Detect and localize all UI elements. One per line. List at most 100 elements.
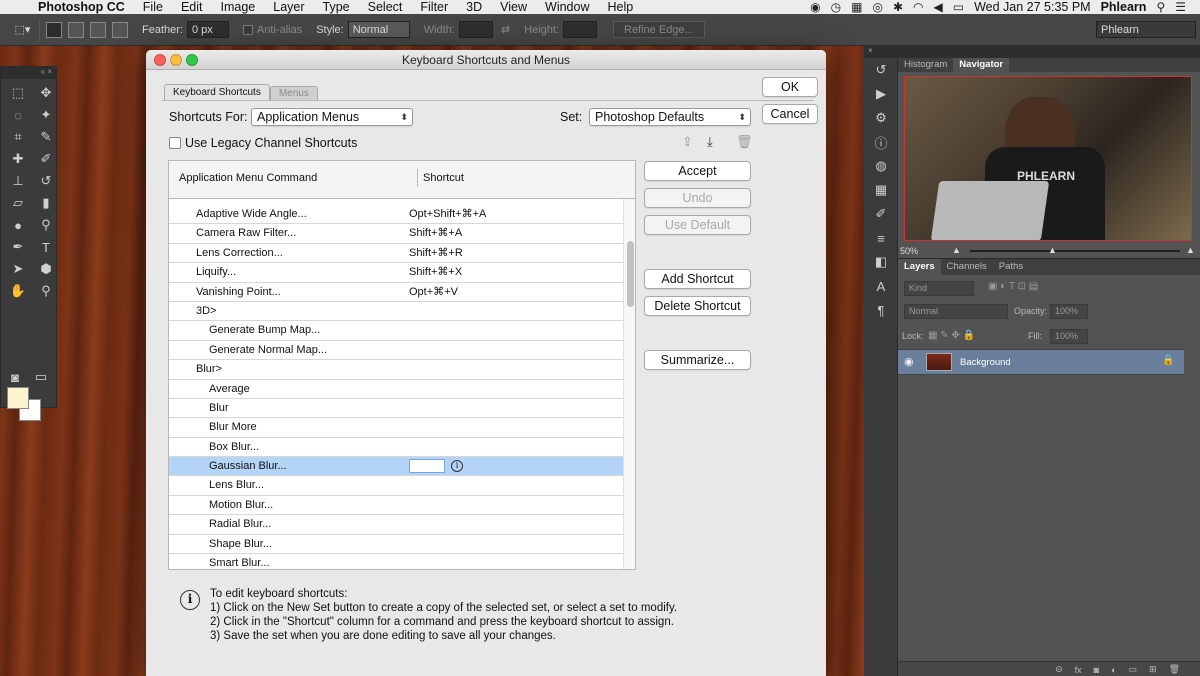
- marquee-tool-preset-icon[interactable]: ⬚▾: [6, 18, 40, 41]
- menu-edit[interactable]: Edit: [172, 0, 212, 14]
- volume-icon[interactable]: ◀: [933, 0, 942, 14]
- lasso-tool-icon[interactable]: ◌: [5, 105, 31, 125]
- table-row[interactable]: Box Blur...: [169, 438, 623, 458]
- shape-tool-icon[interactable]: ⬢: [33, 259, 59, 279]
- menu-filter[interactable]: Filter: [411, 0, 457, 14]
- healing-brush-tool-icon[interactable]: ✚: [5, 149, 31, 169]
- table-row[interactable]: Lens Blur...: [169, 476, 623, 496]
- new-layer-icon[interactable]: ⊞: [1149, 664, 1157, 675]
- add-shortcut-button[interactable]: Add Shortcut: [644, 269, 751, 289]
- delete-set-icon[interactable]: 🗑: [736, 134, 753, 150]
- ok-button[interactable]: OK: [762, 77, 818, 97]
- delete-layer-icon[interactable]: 🗑: [1169, 664, 1180, 675]
- table-row[interactable]: Radial Blur...: [169, 515, 623, 535]
- row-shortcut[interactable]: Opt+Shift+⌘+A: [409, 205, 486, 224]
- table-row[interactable]: Gaussian Blur... i: [169, 457, 623, 477]
- record-icon[interactable]: ◉: [810, 0, 820, 14]
- table-row[interactable]: Average: [169, 380, 623, 399]
- navigator-zoom-value[interactable]: 50%: [900, 246, 918, 256]
- close-window-icon[interactable]: [154, 54, 166, 66]
- spotlight-search-icon[interactable]: ⚲: [1156, 0, 1165, 14]
- eraser-tool-icon[interactable]: ▱: [5, 193, 31, 213]
- swap-dimensions-icon[interactable]: ⇄: [501, 23, 510, 36]
- table-row[interactable]: Camera Raw Filter... Shift+⌘+A: [169, 224, 623, 244]
- brush-panel-icon[interactable]: ✐: [864, 202, 898, 226]
- menu-view[interactable]: View: [491, 0, 536, 14]
- pen-tool-icon[interactable]: ✒: [5, 237, 31, 257]
- character-panel-icon[interactable]: A: [864, 274, 898, 298]
- magic-wand-tool-icon[interactable]: ✦: [33, 105, 59, 125]
- delete-shortcut-button[interactable]: Delete Shortcut: [644, 296, 751, 316]
- zoom-slider[interactable]: [970, 250, 1180, 252]
- legacy-channel-checkbox[interactable]: [169, 137, 181, 149]
- tools-panel-collapse-icon[interactable]: « ×: [1, 67, 56, 79]
- row-shortcut[interactable]: Shift+⌘+A: [409, 224, 462, 243]
- wifi-icon[interactable]: ◠: [913, 0, 923, 14]
- dock-collapse-icon[interactable]: ×: [864, 46, 897, 58]
- menu-window[interactable]: Window: [536, 0, 598, 14]
- eyedropper-tool-icon[interactable]: ✎: [33, 127, 59, 147]
- visibility-eye-icon[interactable]: ◉: [904, 355, 914, 368]
- workspace-select[interactable]: Phlearn: [1096, 21, 1196, 38]
- shortcut-edit-field[interactable]: [409, 459, 445, 474]
- set-select[interactable]: Photoshop Defaults: [589, 108, 751, 126]
- menu-file[interactable]: File: [134, 0, 172, 14]
- anti-alias-checkbox[interactable]: [242, 24, 253, 35]
- menu-help[interactable]: Help: [599, 0, 643, 14]
- add-mask-icon[interactable]: ◙: [1094, 665, 1099, 675]
- minimize-window-icon[interactable]: [170, 54, 182, 66]
- screen-mode-icon[interactable]: ▭: [31, 367, 51, 387]
- blur-tool-icon[interactable]: ●: [5, 215, 31, 235]
- navigator-preview-image[interactable]: PHLEARN: [904, 76, 1192, 241]
- hand-tool-icon[interactable]: ✋: [5, 281, 31, 301]
- tab-histogram[interactable]: Histogram: [898, 58, 953, 72]
- foreground-color-swatch[interactable]: [7, 387, 29, 409]
- menu-3d[interactable]: 3D: [457, 0, 491, 14]
- layer-style-icon[interactable]: fx: [1075, 665, 1082, 675]
- menu-image[interactable]: Image: [212, 0, 265, 14]
- history-brush-tool-icon[interactable]: ↺: [33, 171, 59, 191]
- eye-icon[interactable]: ◎: [872, 0, 882, 14]
- menubar-datetime[interactable]: Wed Jan 27 5:35 PM: [974, 0, 1091, 14]
- fill-input[interactable]: 100%: [1050, 329, 1088, 344]
- refine-edge-button[interactable]: Refine Edge...: [613, 21, 705, 38]
- table-row[interactable]: Vanishing Point... Opt+⌘+V: [169, 283, 623, 302]
- new-set-icon[interactable]: ⤓: [707, 134, 713, 150]
- new-group-icon[interactable]: ▭: [1129, 664, 1138, 675]
- crop-tool-icon[interactable]: ⌗: [5, 127, 31, 147]
- tab-layers[interactable]: Layers: [898, 259, 941, 275]
- table-row[interactable]: Blur>: [169, 360, 623, 380]
- gradient-tool-icon[interactable]: ▮: [33, 193, 59, 213]
- add-selection-mode-icon[interactable]: [68, 21, 84, 38]
- move-tool-icon[interactable]: ✥: [33, 83, 59, 103]
- paragraph-panel-icon[interactable]: ¶: [864, 298, 898, 322]
- menubar-user[interactable]: Phlearn: [1101, 0, 1147, 14]
- row-shortcut[interactable]: Shift+⌘+X: [409, 263, 462, 282]
- table-row[interactable]: Lens Correction... Shift+⌘+R: [169, 244, 623, 264]
- subtract-selection-mode-icon[interactable]: [90, 21, 106, 38]
- adjustments-panel-icon[interactable]: ◧: [864, 250, 898, 274]
- table-row[interactable]: Smart Blur...: [169, 554, 623, 569]
- width-input[interactable]: [458, 21, 493, 38]
- properties-panel-icon[interactable]: ⚙: [864, 106, 898, 130]
- dodge-tool-icon[interactable]: ⚲: [33, 215, 59, 235]
- table-row[interactable]: Shape Blur...: [169, 535, 623, 555]
- column-header-shortcut[interactable]: Shortcut: [423, 172, 464, 184]
- intersect-selection-mode-icon[interactable]: [112, 21, 128, 38]
- tab-paths[interactable]: Paths: [993, 259, 1029, 275]
- swatches-panel-icon[interactable]: ▦: [864, 178, 898, 202]
- opacity-input[interactable]: 100%: [1050, 304, 1088, 319]
- scrollbar-thumb[interactable]: [627, 241, 634, 307]
- row-shortcut[interactable]: Shift+⌘+R: [409, 244, 463, 263]
- layer-row-background[interactable]: ◉ Background 🔒: [898, 349, 1184, 375]
- tab-keyboard-shortcuts[interactable]: Keyboard Shortcuts: [164, 84, 270, 100]
- notification-list-icon[interactable]: ☰: [1175, 0, 1186, 14]
- clock-icon[interactable]: ◷: [831, 0, 841, 14]
- row-shortcut[interactable]: Opt+⌘+V: [409, 283, 458, 302]
- brush-presets-icon[interactable]: ≡: [864, 226, 898, 250]
- color-swatches[interactable]: [7, 387, 43, 423]
- zoom-tool-icon[interactable]: ⚲: [33, 281, 59, 301]
- zoom-in-icon[interactable]: ▲: [1186, 245, 1195, 255]
- table-scrollbar[interactable]: [623, 199, 635, 569]
- grid-icon[interactable]: ▦: [851, 0, 862, 14]
